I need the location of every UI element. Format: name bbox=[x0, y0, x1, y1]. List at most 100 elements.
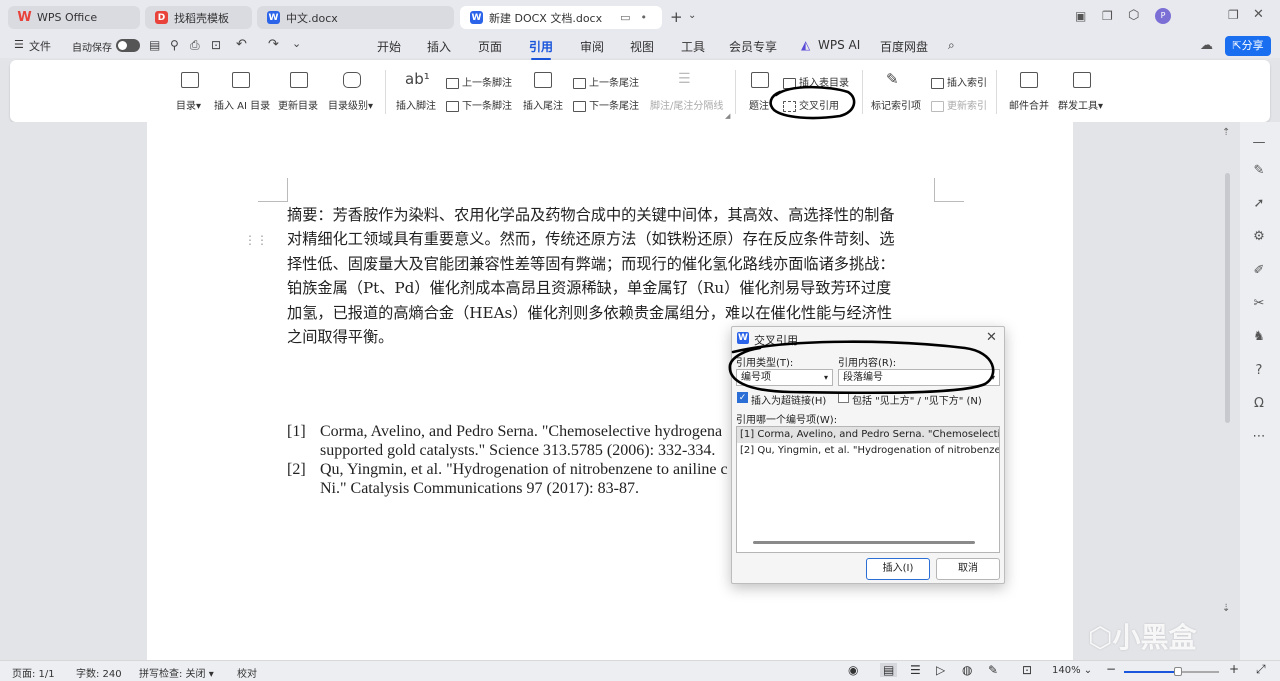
new-tab-plus-icon[interactable]: + bbox=[670, 8, 683, 26]
menu-baidu-netdisk[interactable]: 百度网盘 bbox=[880, 38, 928, 55]
play-icon[interactable]: ▷ bbox=[936, 663, 945, 677]
share-button[interactable]: ⇱分享 bbox=[1225, 36, 1271, 56]
caption-button[interactable]: 题注 bbox=[749, 97, 769, 112]
reference-text[interactable]: supported gold catalysts." Science 313.5… bbox=[320, 442, 715, 460]
vertical-scrollbar-thumb[interactable] bbox=[1225, 173, 1230, 423]
tab-docer-templates[interactable]: D 找稻壳模板 bbox=[145, 6, 252, 29]
ref-content-select[interactable]: 段落编号 ▾ bbox=[838, 369, 1000, 386]
menu-references[interactable]: 引用 bbox=[529, 38, 553, 60]
pin-icon[interactable]: ⚲ bbox=[170, 38, 179, 52]
menu-icon[interactable]: ☰ bbox=[14, 38, 24, 51]
prev-footnote-button[interactable]: 上一条脚注 bbox=[446, 74, 512, 89]
more-chevron-icon[interactable]: ⌄ bbox=[292, 37, 301, 50]
proofread-button[interactable]: 校对 bbox=[237, 665, 257, 680]
spellcheck-status[interactable]: 拼写检查: 关闭 ▾ bbox=[139, 665, 214, 680]
tools-icon[interactable]: ✂ bbox=[1250, 295, 1268, 313]
print-icon[interactable]: ⎙ bbox=[190, 38, 200, 53]
zoom-in-icon[interactable]: + bbox=[1229, 662, 1239, 676]
mass-send-button[interactable]: 群发工具▾ bbox=[1058, 97, 1103, 112]
list-item[interactable]: [1] Corma, Avelino, and Pedro Serna. "Ch… bbox=[737, 427, 999, 443]
close-window-icon[interactable]: ✕ bbox=[1253, 7, 1264, 22]
cloud-upload-icon[interactable]: ☁ bbox=[1200, 38, 1213, 53]
undo-icon[interactable]: ↶ bbox=[236, 37, 247, 52]
update-toc-button[interactable]: 更新目录 bbox=[278, 97, 318, 112]
mark-index-button[interactable]: 标记索引项 bbox=[871, 97, 921, 112]
dialog-launcher-icon[interactable]: ◢ bbox=[725, 112, 730, 120]
zoom-level[interactable]: 140% ⌄ bbox=[1052, 665, 1092, 676]
drag-handle-icon[interactable]: ⋮⋮ bbox=[244, 233, 268, 247]
web-view-icon[interactable]: ◍ bbox=[962, 663, 972, 677]
print-preview-icon[interactable]: ⊡ bbox=[211, 38, 221, 52]
cross-reference-button[interactable]: 交叉引用 bbox=[783, 97, 839, 112]
tab-chinese-docx[interactable]: W 中文.docx bbox=[257, 6, 454, 29]
file-menu[interactable]: 文件 bbox=[29, 38, 51, 54]
hyperlink-checkbox[interactable]: ✓ bbox=[737, 392, 748, 403]
toc-button[interactable]: 目录▾ bbox=[176, 97, 201, 112]
help-icon[interactable]: ? bbox=[1250, 362, 1268, 380]
search-icon[interactable]: ⌕ bbox=[948, 38, 955, 53]
select-cursor-icon[interactable]: ➚ bbox=[1250, 195, 1268, 213]
cancel-button[interactable]: 取消 bbox=[936, 558, 1000, 580]
pen-mode-icon[interactable]: ✎ bbox=[988, 663, 998, 677]
scroll-down-icon[interactable]: ⇣ bbox=[1222, 603, 1230, 614]
outline-view-icon[interactable]: ☰ bbox=[910, 663, 921, 677]
avatar[interactable]: P bbox=[1155, 8, 1171, 24]
next-footnote-button[interactable]: 下一条脚注 bbox=[446, 97, 512, 112]
next-endnote-button[interactable]: 下一条尾注 bbox=[573, 97, 639, 112]
cube-icon[interactable]: ⬡ bbox=[1128, 8, 1139, 23]
zoom-out-icon[interactable]: − bbox=[1106, 662, 1116, 676]
prev-endnote-button[interactable]: 上一条尾注 bbox=[573, 74, 639, 89]
screen-icon[interactable]: ▭ bbox=[620, 11, 630, 24]
dialog-close-icon[interactable]: ✕ bbox=[986, 330, 997, 345]
scroll-up-icon[interactable]: ⇡ bbox=[1222, 127, 1230, 138]
tab-wps-office[interactable]: W WPS Office bbox=[8, 6, 140, 29]
mail-merge-button[interactable]: 邮件合并 bbox=[1009, 97, 1049, 112]
sliders-icon[interactable]: ⚙ bbox=[1250, 228, 1268, 246]
layout-icon[interactable]: ▣ bbox=[1075, 9, 1086, 23]
autosave-toggle[interactable] bbox=[116, 39, 140, 52]
reference-text[interactable]: Qu, Yingmin, et al. "Hydrogenation of ni… bbox=[320, 461, 728, 479]
include-above-below-checkbox[interactable] bbox=[838, 392, 849, 403]
menu-tools[interactable]: 工具 bbox=[681, 38, 705, 55]
omega-icon[interactable]: Ω bbox=[1250, 395, 1268, 413]
insert-table-of-figures-button[interactable]: 插入表目录 bbox=[783, 74, 849, 89]
menu-review[interactable]: 审阅 bbox=[580, 38, 604, 55]
insert-ai-toc-button[interactable]: 插入 AI 目录 bbox=[214, 97, 270, 112]
word-count[interactable]: 字数: 240 bbox=[76, 665, 122, 680]
list-item[interactable]: [2] Qu, Yingmin, et al. "Hydrogenation o… bbox=[737, 443, 999, 459]
page-view-icon[interactable]: ▤ bbox=[880, 663, 898, 677]
tab-list-chevron-icon[interactable]: ⌄ bbox=[688, 10, 696, 21]
windows-icon[interactable]: ❐ bbox=[1102, 9, 1113, 23]
dot-icon[interactable]: • bbox=[641, 11, 648, 24]
reference-text[interactable]: Ni." Catalysis Communications 97 (2017):… bbox=[320, 480, 639, 498]
redo-icon[interactable]: ↷ bbox=[268, 37, 279, 52]
numbered-item-list[interactable]: [1] Corma, Avelino, and Pedro Serna. "Ch… bbox=[736, 426, 1000, 553]
fullscreen-icon[interactable]: ⤢ bbox=[1256, 662, 1266, 677]
menu-insert[interactable]: 插入 bbox=[427, 38, 451, 55]
horizontal-scrollbar-thumb[interactable] bbox=[753, 541, 975, 544]
pen-icon[interactable]: ✎ bbox=[1250, 162, 1268, 180]
collapse-icon[interactable]: — bbox=[1250, 134, 1268, 152]
update-index-button[interactable]: 更新索引 bbox=[931, 97, 987, 112]
tab-new-docx[interactable]: W 新建 DOCX 文档.docx ▭ • bbox=[460, 6, 662, 29]
zoom-slider-handle[interactable] bbox=[1174, 667, 1182, 676]
menu-view[interactable]: 视图 bbox=[630, 38, 654, 55]
footnote-separator-button[interactable]: 脚注/尾注分隔线 bbox=[650, 97, 723, 112]
menu-page[interactable]: 页面 bbox=[478, 38, 502, 55]
insert-footnote-button[interactable]: 插入脚注 bbox=[396, 97, 436, 112]
insert-endnote-button[interactable]: 插入尾注 bbox=[523, 97, 563, 112]
restore-window-icon[interactable]: ❐ bbox=[1228, 8, 1239, 22]
zoom-slider[interactable] bbox=[1124, 671, 1219, 673]
menu-wps-ai[interactable]: WPS AI bbox=[818, 38, 860, 52]
insert-index-button[interactable]: 插入索引 bbox=[931, 74, 987, 89]
reference-text[interactable]: Corma, Avelino, and Pedro Serna. "Chemos… bbox=[320, 423, 722, 441]
eye-icon[interactable]: ◉ bbox=[848, 663, 858, 677]
brush-icon[interactable]: ✐ bbox=[1250, 262, 1268, 280]
menu-member[interactable]: 会员专享 bbox=[729, 38, 777, 55]
ref-type-select[interactable]: 编号项 ▾ bbox=[736, 369, 833, 386]
menu-start[interactable]: 开始 bbox=[377, 38, 401, 55]
toc-level-button[interactable]: 目录级别▾ bbox=[328, 97, 373, 112]
fit-page-icon[interactable]: ⊡ bbox=[1022, 663, 1032, 677]
shirt-icon[interactable]: ♞ bbox=[1250, 328, 1268, 346]
more-icon[interactable]: ⋯ bbox=[1250, 428, 1268, 446]
